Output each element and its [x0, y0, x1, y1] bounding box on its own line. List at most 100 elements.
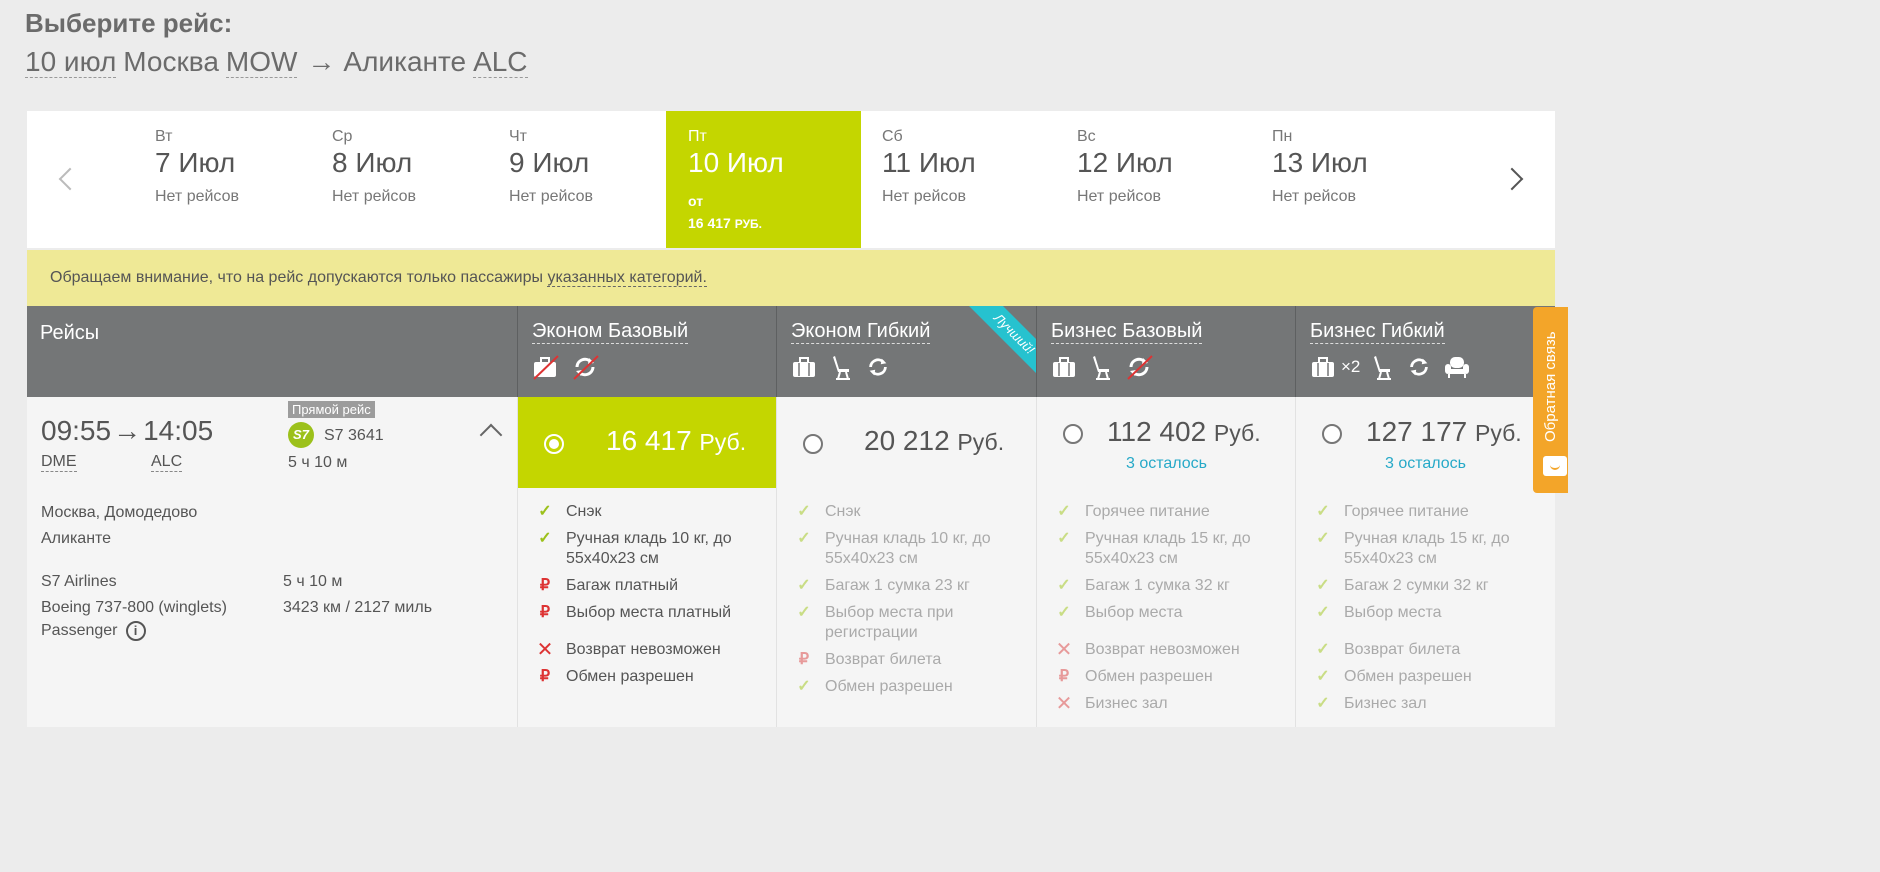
fare-feature-text: Возврат билета	[1344, 641, 1461, 658]
fare-feature-text: Ручная кладь 15 кг, до 55x40x23 см	[1344, 530, 1510, 567]
baggage-icon	[1053, 357, 1075, 377]
baggage-count: ×2	[1341, 357, 1361, 376]
departure-airport-code[interactable]: DME	[41, 453, 77, 472]
fare-name-link[interactable]: Бизнес Базовый	[1051, 320, 1203, 344]
route-to-code[interactable]: ALC	[473, 46, 528, 78]
route-summary: 10 июл Москва MOW → Аликанте ALC	[25, 46, 528, 78]
flight-times: 09:55 → 14:05	[41, 415, 213, 447]
fare-feature: ✓ Выбор места	[1296, 603, 1555, 623]
fare-select-option[interactable]: 112 402 Руб. 3 осталось	[1037, 397, 1296, 488]
fare-price: 20 212 Руб.	[864, 425, 1004, 457]
fare-feature-text: Обмен разрешен	[566, 668, 694, 685]
refund-icon	[1410, 358, 1429, 376]
fare-name-link[interactable]: Бизнес Гибкий	[1310, 320, 1445, 344]
next-dates-button[interactable]	[1500, 161, 1531, 197]
check-icon: ✓	[797, 503, 811, 520]
fare-select-option[interactable]: 127 177 Руб. 3 осталось	[1296, 397, 1555, 488]
fare-radio[interactable]	[544, 434, 564, 454]
cross-icon: ✕	[1055, 693, 1073, 715]
cross-icon: ✕	[1055, 639, 1073, 661]
fare-select-option[interactable]: 20 212 Руб.	[777, 397, 1036, 488]
route-to-city: Аликанте	[343, 46, 467, 77]
fare-feature: ✕ Возврат невозможен	[518, 640, 777, 660]
fare-features: ✓ Снэк ✓ Ручная кладь 10 кг, до 55x40x23 с…	[518, 502, 777, 694]
fare-feature-text: Возврат билета	[825, 651, 942, 668]
collapse-details-button[interactable]	[479, 423, 503, 447]
fare-name-link[interactable]: Эконом Базовый	[532, 320, 689, 344]
fare-feature-text: Выбор места платный	[566, 604, 732, 621]
refund-icon	[869, 358, 887, 376]
direct-flight-badge: Прямой рейс	[288, 401, 375, 418]
date-selector: Вт 7 Июл Нет рейсов Ср 8 Июл Нет рейсов …	[27, 111, 1555, 248]
check-icon: ✓	[1316, 577, 1330, 594]
fare-feature-text: Обмен разрешен	[1344, 668, 1472, 685]
fare-feature-text: Обмен разрешен	[825, 678, 953, 695]
check-icon: ✓	[1316, 641, 1330, 658]
fare-select-option[interactable]: 16 417 Руб.	[518, 397, 777, 488]
route-from-city: Москва	[123, 46, 219, 77]
check-icon: ✓	[538, 503, 552, 520]
flight-details: 09:55 → 14:05 DME ALC Прямой рейс S7 S7 …	[27, 397, 517, 727]
date-option[interactable]: Пн 13 Июл Нет рейсов	[1272, 111, 1467, 248]
fare-feature: ✓ Обмен разрешен	[1296, 667, 1555, 687]
fare-feature: ✓ Выбор места	[1037, 603, 1296, 623]
fare-feature: ✓ Ручная кладь 10 кг, до 55x40x23 см	[518, 529, 777, 569]
fare-feature: ✓ Ручная кладь 10 кг, до 55x40x23 см	[777, 529, 1036, 569]
date-availability: Нет рейсов	[1077, 188, 1162, 205]
prev-dates-button[interactable]	[51, 161, 82, 197]
baggage-icon	[793, 357, 815, 377]
info-icon[interactable]: i	[125, 621, 146, 641]
refund-crossed-icon	[1127, 355, 1153, 380]
notice-categories-link[interactable]: указанных категорий.	[547, 269, 707, 287]
min-price-value: 16 417	[688, 215, 731, 231]
fare-feature-text: Багаж 1 сумка 23 кг	[825, 577, 970, 594]
ruble-icon: ₽	[798, 651, 810, 668]
baggage-icon	[1312, 357, 1334, 377]
check-icon: ✓	[797, 678, 811, 695]
fare-feature-text: Ручная кладь 10 кг, до 55x40x23 см	[825, 530, 991, 567]
fare-radio[interactable]	[803, 434, 823, 454]
date-min-price: от 16 417 РУБ.	[688, 190, 861, 235]
fare-feature-text: Выбор места при регистрации	[825, 604, 954, 641]
fare-feature: ✓ Горячее питание	[1296, 502, 1555, 522]
date-option[interactable]: Ср 8 Июл Нет рейсов	[332, 111, 527, 248]
fare-price: 127 177 Руб.	[1366, 416, 1522, 448]
fare-feature-text: Обмен разрешен	[1085, 668, 1213, 685]
feedback-tab[interactable]: Обратная связь	[1533, 307, 1568, 493]
date-option[interactable]: Вт 7 Июл Нет рейсов	[155, 111, 350, 248]
fare-feature-text: Бизнес зал	[1344, 695, 1427, 712]
fare-radio[interactable]	[1063, 424, 1083, 444]
seat-icon	[833, 356, 850, 380]
fare-column-economy-basic: 16 417 Руб. ✓ Снэк ✓ Ручная кладь 10 кг, д…	[517, 397, 777, 727]
fare-name-link[interactable]: Эконом Гибкий	[791, 320, 931, 344]
fare-price: 112 402 Руб.	[1107, 416, 1261, 448]
date-option-selected[interactable]: Пт 10 Июл от 16 417 РУБ.	[666, 111, 861, 248]
fare-feature: ✓ Возврат билета	[1296, 640, 1555, 660]
page-title: Выберите рейс:	[25, 8, 233, 38]
fare-price-value: 112 402	[1107, 416, 1207, 447]
fare-header-business-flex: Бизнес Гибкий ×2	[1295, 306, 1555, 397]
date-option[interactable]: Сб 11 Июл Нет рейсов	[882, 111, 1077, 248]
date-option[interactable]: Вс 12 Июл Нет рейсов	[1077, 111, 1272, 248]
flight-distance: 3423 км / 2127 миль	[283, 599, 433, 616]
date-label: 7 Июл	[155, 147, 236, 178]
fare-header-economy-basic: Эконом Базовый	[517, 306, 776, 397]
fares-header: Рейсы Эконом Базовый Эконом Гибкий Лучши…	[27, 306, 1555, 397]
arrival-airport-code[interactable]: ALC	[151, 453, 183, 472]
ruble-icon: ₽	[539, 577, 551, 594]
fare-price-value: 127 177	[1366, 416, 1468, 447]
seat-icon	[1093, 356, 1110, 380]
fare-feature: ✓ Горячее питание	[1037, 502, 1296, 522]
fare-feature: ✓ Ручная кладь 15 кг, до 55x40x23 см	[1296, 529, 1555, 569]
route-from-code[interactable]: MOW	[225, 46, 298, 78]
fare-feature-text: Ручная кладь 15 кг, до 55x40x23 см	[1085, 530, 1251, 567]
airline-logo-icon: S7	[288, 422, 314, 448]
fare-price-currency: Руб.	[699, 429, 747, 455]
fare-feature-text: Снэк	[566, 503, 602, 520]
fare-radio[interactable]	[1322, 424, 1342, 444]
fare-feature-text: Выбор места	[1344, 604, 1442, 621]
route-date[interactable]: 10 июл	[25, 46, 117, 78]
fare-feature-text: Возврат невозможен	[1085, 641, 1240, 658]
fare-feature-text: Багаж платный	[566, 577, 679, 594]
check-icon: ✓	[1316, 695, 1330, 712]
